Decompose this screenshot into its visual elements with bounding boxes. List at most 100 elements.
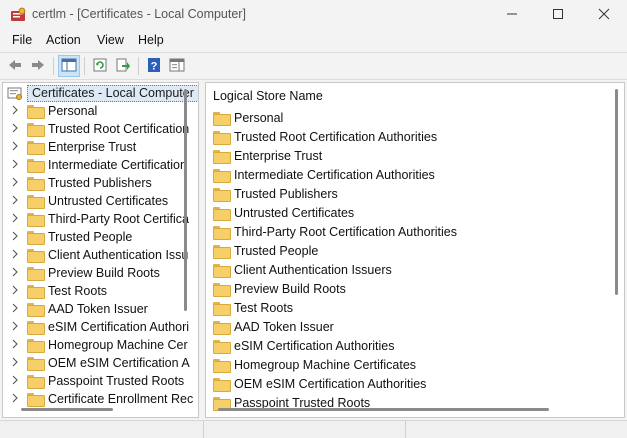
- tree-item-label: Trusted Publishers: [48, 176, 152, 190]
- chevron-right-icon[interactable]: [11, 285, 19, 298]
- tree-item[interactable]: Trusted Root Certification: [3, 120, 189, 138]
- folder-icon: [27, 195, 45, 209]
- export-list-button[interactable]: [112, 55, 134, 77]
- chevron-right-icon[interactable]: [11, 339, 19, 352]
- list-item[interactable]: Trusted Publishers: [213, 184, 338, 203]
- chevron-right-icon[interactable]: [11, 159, 19, 172]
- menu-help[interactable]: Help: [138, 33, 164, 47]
- tree-item[interactable]: Trusted People: [3, 228, 132, 246]
- folder-icon: [27, 123, 45, 137]
- status-divider: [405, 421, 406, 438]
- tree-item[interactable]: Homegroup Machine Cer: [3, 336, 188, 354]
- list-item[interactable]: Trusted Root Certification Authorities: [213, 127, 437, 146]
- list-item[interactable]: Client Authentication Issuers: [213, 260, 392, 279]
- chevron-right-icon[interactable]: [11, 321, 19, 334]
- chevron-right-icon[interactable]: [11, 393, 19, 406]
- tree-root-certificates[interactable]: Certificates - Local Computer: [4, 84, 198, 102]
- list-item[interactable]: Third-Party Root Certification Authoriti…: [213, 222, 457, 241]
- toolbar-separator: [138, 57, 139, 75]
- list-item[interactable]: Test Roots: [213, 298, 293, 317]
- list-item[interactable]: Enterprise Trust: [213, 146, 322, 165]
- list-vertical-scrollbar[interactable]: [615, 89, 618, 295]
- menu-view[interactable]: View: [97, 33, 124, 47]
- list-item[interactable]: OEM eSIM Certification Authorities: [213, 374, 426, 393]
- chevron-right-icon[interactable]: [11, 249, 19, 262]
- toolbar-separator-line: [0, 79, 627, 80]
- back-button[interactable]: [4, 55, 26, 77]
- list-item[interactable]: AAD Token Issuer: [213, 317, 334, 336]
- tree-item[interactable]: Test Roots: [3, 282, 107, 300]
- chevron-right-icon[interactable]: [11, 303, 19, 316]
- list-item-label: Personal: [234, 110, 284, 125]
- tree-item[interactable]: Third-Party Root Certifica: [3, 210, 189, 228]
- minimize-button[interactable]: [489, 0, 535, 30]
- chevron-right-icon[interactable]: [11, 375, 19, 388]
- console-tree-pane[interactable]: Certificates - Local Computer Personal Tr…: [2, 82, 199, 418]
- folder-icon: [27, 303, 45, 317]
- menu-file[interactable]: File: [12, 33, 32, 47]
- tree-item[interactable]: Personal: [3, 102, 97, 120]
- list-item[interactable]: Untrusted Certificates: [213, 203, 354, 222]
- chevron-right-icon[interactable]: [11, 123, 19, 136]
- folder-icon: [27, 321, 45, 335]
- chevron-right-icon[interactable]: [11, 357, 19, 370]
- back-arrow-icon: [7, 57, 23, 76]
- chevron-right-icon[interactable]: [11, 195, 19, 208]
- folder-icon: [27, 267, 45, 281]
- tree-item[interactable]: Preview Build Roots: [3, 264, 160, 282]
- certificate-app-icon: [10, 7, 26, 23]
- list-item[interactable]: Intermediate Certification Authorities: [213, 165, 435, 184]
- folder-icon: [27, 159, 45, 173]
- chevron-right-icon[interactable]: [11, 213, 19, 226]
- tree-item[interactable]: Certificate Enrollment Rec: [3, 390, 193, 408]
- results-pane[interactable]: Logical Store Name Personal Trusted Root …: [205, 82, 625, 418]
- chevron-right-icon[interactable]: [11, 267, 19, 280]
- chevron-right-icon[interactable]: [11, 141, 19, 154]
- tree-item[interactable]: Passpoint Trusted Roots: [3, 372, 184, 390]
- tree-item-label: Enterprise Trust: [48, 140, 137, 154]
- column-header-logical-store-name[interactable]: Logical Store Name: [213, 89, 323, 103]
- tree-horizontal-scrollbar[interactable]: [21, 408, 113, 411]
- show-hide-console-tree-button[interactable]: [58, 55, 80, 77]
- list-item[interactable]: Homegroup Machine Certificates: [213, 355, 416, 374]
- menu-action[interactable]: Action: [46, 33, 81, 47]
- toolbar-separator: [53, 57, 54, 75]
- toolbar-separator: [84, 57, 85, 75]
- folder-icon: [27, 213, 45, 227]
- tree-item-label: Intermediate Certification: [48, 158, 187, 172]
- folder-icon: [213, 130, 231, 145]
- tree-item-label: Homegroup Machine Cer: [48, 338, 188, 352]
- tree-item[interactable]: AAD Token Issuer: [3, 300, 148, 318]
- list-item-label: OEM eSIM Certification Authorities: [234, 376, 427, 391]
- folder-icon: [213, 263, 231, 278]
- list-item[interactable]: Personal: [213, 108, 283, 127]
- list-item-label: Test Roots: [234, 300, 294, 315]
- tree-item[interactable]: Untrusted Certificates: [3, 192, 168, 210]
- list-item-label: Trusted Publishers: [234, 186, 338, 201]
- list-item[interactable]: Preview Build Roots: [213, 279, 346, 298]
- tree-vertical-scrollbar[interactable]: [184, 89, 187, 311]
- chevron-right-icon[interactable]: [11, 231, 19, 244]
- tree-item[interactable]: Intermediate Certification: [3, 156, 187, 174]
- tree-item[interactable]: Client Authentication Issu: [3, 246, 188, 264]
- forward-button[interactable]: [27, 55, 49, 77]
- tree-item[interactable]: Trusted Publishers: [3, 174, 152, 192]
- close-button[interactable]: [581, 0, 627, 30]
- list-horizontal-scrollbar[interactable]: [218, 408, 549, 411]
- help-button[interactable]: ?: [143, 55, 165, 77]
- tree-item[interactable]: OEM eSIM Certification A: [3, 354, 190, 372]
- tree-item-label: eSIM Certification Authori: [48, 320, 190, 334]
- maximize-button[interactable]: [535, 0, 581, 30]
- refresh-button[interactable]: [89, 55, 111, 77]
- chevron-right-icon[interactable]: [11, 177, 19, 190]
- status-divider: [203, 421, 204, 438]
- tree-item[interactable]: eSIM Certification Authori: [3, 318, 189, 336]
- list-item[interactable]: eSIM Certification Authorities: [213, 336, 395, 355]
- list-item-label: Intermediate Certification Authorities: [234, 167, 435, 182]
- list-item[interactable]: Trusted People: [213, 241, 318, 260]
- chevron-right-icon[interactable]: [11, 105, 19, 118]
- folder-icon: [27, 105, 45, 119]
- action-pane-button[interactable]: [166, 55, 188, 77]
- list-item-label: eSIM Certification Authorities: [234, 338, 395, 353]
- tree-item[interactable]: Enterprise Trust: [3, 138, 136, 156]
